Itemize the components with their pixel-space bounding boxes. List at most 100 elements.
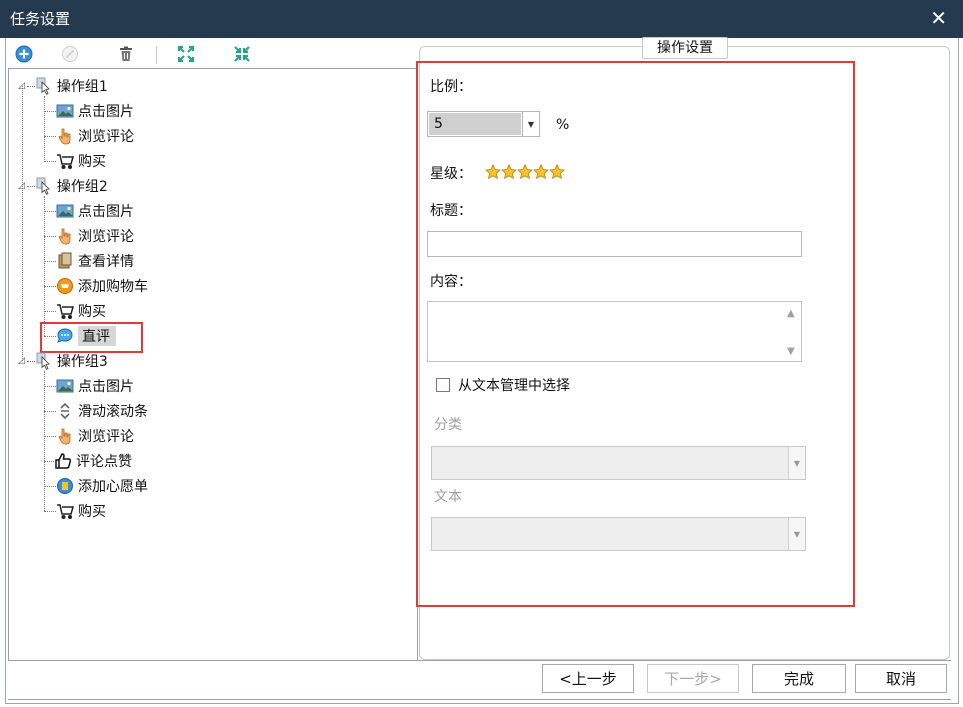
next-step-button[interactable]: 下一步> [647,664,739,693]
from-text-label: 从文本管理中选择 [458,378,570,394]
content-textarea[interactable]: ▲ ▼ [427,301,802,362]
chevron-down-icon[interactable]: ▼ [788,447,805,479]
tree-item-selected[interactable]: 直评 [44,325,116,347]
tree-item[interactable]: 浏览评论 [44,125,134,147]
thumbs-up-icon [54,452,72,470]
tree-item[interactable]: 评论点赞 [44,450,132,472]
star-icon[interactable] [549,164,565,180]
tree-line [22,86,23,361]
cancel-button[interactable]: 取消 [855,664,947,693]
tree-item[interactable]: 点击图片 [44,100,134,122]
tree-item-label: 点击图片 [78,204,134,220]
wishlist-icon [56,477,74,495]
add-cart-icon [56,277,74,295]
tree-item[interactable]: 购买 [44,150,106,172]
cart-icon [56,152,74,170]
tree-group-3[interactable]: ◿ 操作组3 [18,350,108,372]
tree-toolbar [8,40,416,68]
title-input[interactable] [427,231,802,257]
tree-item[interactable]: 点击图片 [44,375,134,397]
disable-icon[interactable] [60,44,80,64]
comment-bubble-icon [56,327,74,345]
tree-group-2[interactable]: ◿ 操作组2 [18,175,108,197]
cart-icon [56,502,74,520]
close-icon[interactable]: ✕ [930,6,947,30]
tree-item-label: 添加购物车 [78,279,148,295]
from-text-checkbox[interactable] [436,378,450,392]
title-label: 标题： [430,203,472,219]
tree-item-label: 购买 [78,504,106,520]
tree-item[interactable]: 添加心愿单 [44,475,148,497]
window-title: 任务设置 [10,10,71,28]
category-label: 分类 [434,417,462,433]
add-icon[interactable] [14,44,34,64]
star-icon[interactable] [501,164,517,180]
ratio-label: 比例： [430,79,472,95]
hand-pointer-icon [56,127,74,145]
tree-item-label: 点击图片 [78,104,134,120]
tree-item-label: 滑动滚动条 [78,404,148,420]
tree-group-1[interactable]: ◿ 操作组1 [18,75,108,97]
toolbar-separator [156,46,157,64]
hand-pointer-icon [56,427,74,445]
scroll-up-icon[interactable]: ▲ [787,308,795,319]
collapse-triangle-icon[interactable]: ◿ [18,356,25,366]
tree-item-label: 浏览评论 [78,129,134,145]
content-scrollbar[interactable]: ▲ ▼ [783,302,801,361]
tree-item-label: 购买 [78,154,106,170]
tree-item[interactable]: 添加购物车 [44,275,148,297]
star-icon[interactable] [533,164,549,180]
tree-item-label: 浏览评论 [78,229,134,245]
chevron-down-icon[interactable]: ▼ [788,518,805,550]
cursor-icon [35,77,53,95]
finish-button[interactable]: 完成 [752,664,846,693]
image-icon [56,202,74,220]
scroll-icon [56,402,74,420]
collapse-all-icon[interactable] [232,44,252,64]
tree-item[interactable]: 点击图片 [44,200,134,222]
ratio-unit: % [556,117,570,133]
details-icon [56,252,74,270]
title-bar: 任务设置 ✕ [0,0,963,38]
tree-item-label: 浏览评论 [78,429,134,445]
tree-item-label: 购买 [78,304,106,320]
tree-item[interactable]: 购买 [44,500,106,522]
tree-item[interactable]: 浏览评论 [44,425,134,447]
tree-group-label: 操作组3 [56,354,108,370]
tree-item-label: 查看详情 [78,254,134,270]
image-icon [56,102,74,120]
delete-icon[interactable] [116,44,136,64]
ratio-select[interactable]: 5 ▼ [427,111,540,137]
star-icon[interactable] [517,164,533,180]
cursor-icon [35,177,53,195]
tree-item[interactable]: 购买 [44,300,106,322]
category-select[interactable]: ▼ [431,446,806,480]
tree-item-label: 直评 [78,326,116,346]
tree-item-label: 点击图片 [78,379,134,395]
text-label: 文本 [434,489,462,505]
expand-all-icon[interactable] [176,44,196,64]
ratio-value: 5 [429,113,521,135]
cart-icon [56,302,74,320]
image-icon [56,377,74,395]
star-rating[interactable] [485,164,565,180]
chevron-down-icon[interactable]: ▼ [522,112,539,136]
star-icon[interactable] [485,164,501,180]
star-label: 星级： [430,166,472,182]
collapse-triangle-icon[interactable]: ◿ [18,81,25,91]
tree-group-label: 操作组1 [56,79,108,95]
cursor-icon [35,352,53,370]
prev-step-button[interactable]: <上一步 [542,664,634,693]
tree-item[interactable]: 查看详情 [44,250,134,272]
settings-group-title: 操作设置 [642,37,728,59]
scroll-down-icon[interactable]: ▼ [787,346,795,357]
tree-item-label: 添加心愿单 [78,479,148,495]
tree-item[interactable]: 滑动滚动条 [44,400,148,422]
tree-group-label: 操作组2 [56,179,108,195]
content-label: 内容： [430,274,472,290]
text-select[interactable]: ▼ [431,517,806,551]
tree-item-label: 评论点赞 [76,454,132,470]
collapse-triangle-icon[interactable]: ◿ [18,181,25,191]
hand-pointer-icon [56,227,74,245]
tree-item[interactable]: 浏览评论 [44,225,134,247]
